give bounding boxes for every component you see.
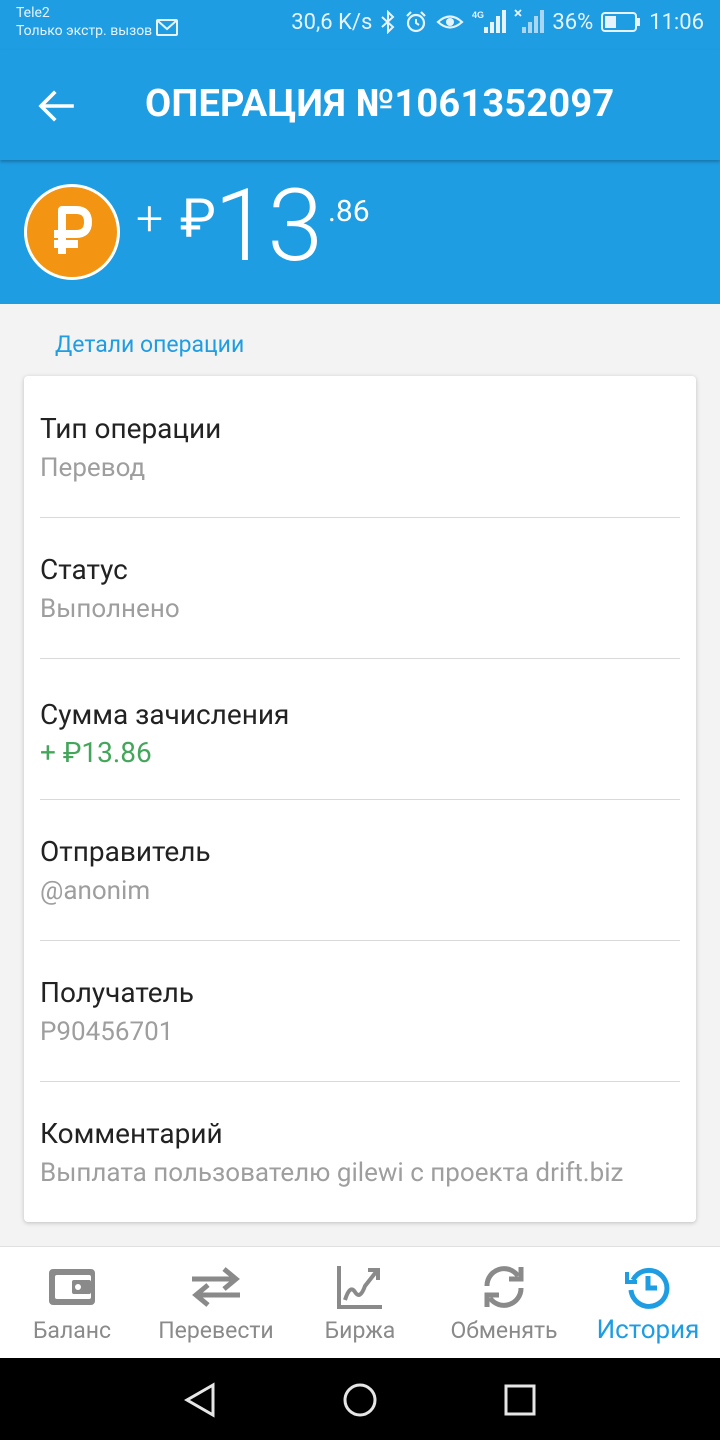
nav-label: Биржа: [324, 1317, 396, 1344]
history-icon: [622, 1263, 674, 1311]
back-button[interactable]: [30, 80, 82, 132]
carrier-name: Tele2: [16, 5, 50, 21]
detail-row-amount: Сумма зачисления + ₽13.86: [40, 658, 680, 799]
system-home-button[interactable]: [338, 1378, 382, 1422]
detail-value: Выплата пользователю gilewi с проекта dr…: [40, 1158, 624, 1188]
nav-item-transfer[interactable]: Перевести: [144, 1247, 288, 1359]
bluetooth-icon: [380, 10, 396, 34]
detail-value: P90456701: [40, 1017, 174, 1047]
mail-icon: [156, 19, 179, 37]
battery-icon: [601, 11, 641, 33]
detail-value: @anonim: [40, 876, 151, 906]
system-back-button[interactable]: [178, 1378, 222, 1422]
network-speed: 30,6 K/s: [291, 9, 373, 35]
exchange-icon: [478, 1263, 530, 1311]
nav-label: История: [596, 1315, 700, 1345]
detail-row-type: Тип операции Перевод: [40, 376, 680, 517]
detail-label: Комментарий: [40, 1117, 223, 1150]
status-icons: 30,6 K/s 4G 36% 11:06: [291, 9, 704, 35]
nav-item-exchange-market[interactable]: Биржа: [288, 1247, 432, 1359]
nav-label: Перевести: [158, 1317, 274, 1344]
chart-icon: [334, 1263, 386, 1311]
nav-label: Баланс: [32, 1317, 112, 1344]
detail-label: Сумма зачисления: [40, 698, 290, 731]
detail-label: Тип операции: [40, 412, 222, 445]
section-title: Детали операции: [55, 331, 245, 358]
status-bar: Tele2 Только экстр. вызов 30,6 K/s 4G 36…: [0, 0, 720, 50]
detail-row-status: Статус Выполнено: [40, 517, 680, 658]
carrier-status: Только экстр. вызов: [16, 22, 153, 39]
detail-value: + ₽13.86: [40, 736, 152, 769]
details-card: Тип операции Перевод Статус Выполнено Су…: [24, 376, 696, 1222]
transfer-icon: [190, 1263, 242, 1311]
eye-icon: [436, 11, 464, 33]
page-title: ОПЕРАЦИЯ №1061352097: [145, 82, 615, 126]
amount-integer: 13: [214, 168, 323, 285]
nav-item-balance[interactable]: Баланс: [0, 1247, 144, 1359]
nav-label: Обменять: [450, 1317, 558, 1344]
detail-row-recipient: Получатель P90456701: [40, 940, 680, 1081]
amount-decimal: .86: [328, 194, 370, 229]
amount-banner: + ₽ 13: [0, 160, 720, 304]
alarm-icon: [404, 10, 428, 34]
detail-label: Отправитель: [40, 835, 211, 868]
arrow-left-icon: [38, 90, 74, 122]
detail-row-comment: Комментарий Выплата пользователю gilewi …: [40, 1081, 680, 1222]
ruble-coin-icon: [24, 184, 120, 280]
system-nav-bar: [0, 1358, 720, 1440]
triangle-back-icon: [183, 1382, 215, 1418]
app-header: ОПЕРАЦИЯ №1061352097: [0, 50, 720, 160]
svg-text:4G: 4G: [472, 10, 484, 20]
detail-value: Перевод: [40, 453, 146, 483]
detail-label: Получатель: [40, 976, 195, 1009]
amount-sign: +: [136, 190, 164, 247]
battery-percent: 36%: [552, 9, 594, 35]
signal-no-sim-icon: [514, 9, 545, 35]
amount-currency: ₽: [180, 188, 216, 251]
square-recents-icon: [504, 1384, 536, 1416]
bottom-nav: Баланс Перевести Биржа Обменять История: [0, 1246, 720, 1358]
circle-home-icon: [343, 1383, 377, 1417]
detail-row-sender: Отправитель @anonim: [40, 799, 680, 940]
detail-value: Выполнено: [40, 594, 180, 624]
detail-label: Статус: [40, 553, 128, 586]
clock: 11:06: [649, 9, 704, 35]
nav-item-history[interactable]: История: [576, 1247, 720, 1359]
nav-item-swap[interactable]: Обменять: [432, 1247, 576, 1359]
carrier-info: Tele2 Только экстр. вызов: [16, 5, 179, 40]
wallet-icon: [46, 1263, 98, 1311]
signal-icon: 4G: [472, 9, 507, 35]
system-recents-button[interactable]: [498, 1378, 542, 1422]
